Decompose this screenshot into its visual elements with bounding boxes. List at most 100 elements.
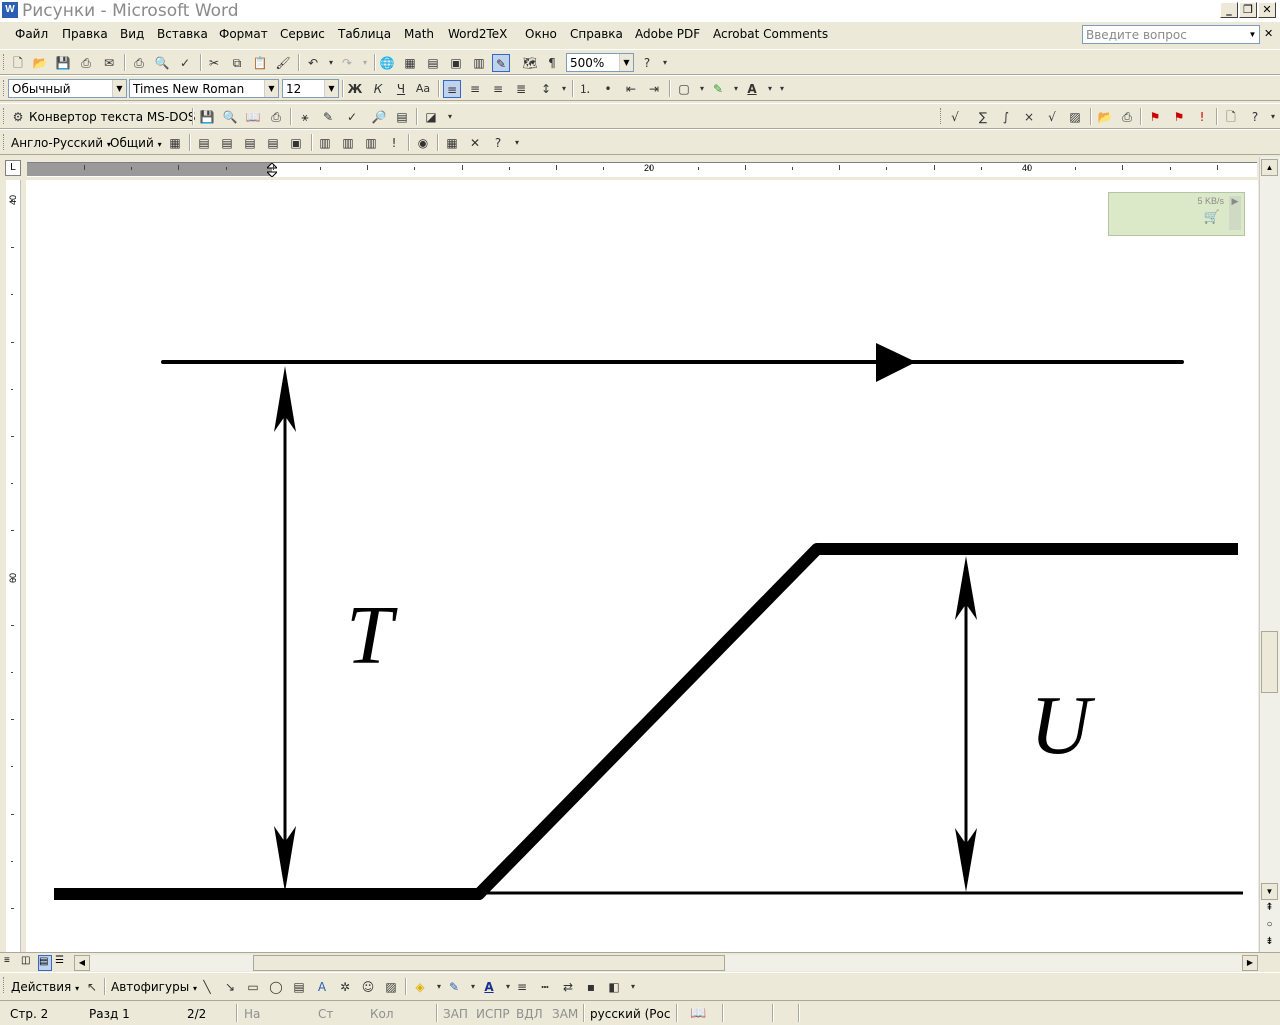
3d-icon[interactable]: ◧ [605, 978, 623, 996]
menu-format[interactable]: Формат [219, 27, 268, 41]
insert-excel-icon[interactable]: ▣ [447, 54, 465, 72]
drawing-icon[interactable]: ✎ [492, 54, 510, 72]
math-tool2-icon[interactable]: ∫ [997, 108, 1015, 126]
font-select[interactable]: Times New Roman ▼ [129, 79, 279, 98]
toolbar-grip[interactable] [3, 134, 7, 150]
new-document-icon[interactable]: 🗋 [9, 54, 27, 72]
translate-tool5-icon[interactable]: ▣ [287, 134, 305, 152]
ask-question-input[interactable]: Введите вопрос [1082, 25, 1260, 44]
style-select[interactable]: Обычный ▼ [8, 79, 127, 98]
web-view-icon[interactable]: ◫ [21, 955, 35, 971]
close-icon[interactable]: ✕ [1258, 2, 1276, 18]
tool1-icon[interactable]: ⚹ [296, 108, 314, 126]
arrow-style-icon[interactable]: ⇄ [559, 978, 577, 996]
help-icon[interactable]: ? [1246, 108, 1264, 126]
columns-icon[interactable]: ▥ [470, 54, 488, 72]
chevron-down-icon[interactable]: ▼ [112, 80, 126, 97]
actions-menu[interactable]: Действия ▾ [11, 980, 79, 994]
copy-icon[interactable]: ⧉ [228, 54, 246, 72]
menu-file[interactable]: Файл [15, 27, 48, 41]
translate-tool4-icon[interactable]: ▤ [264, 134, 282, 152]
vertical-scrollbar[interactable]: ▲ ▼ ⇞ ○ ⇟ [1259, 157, 1280, 952]
translate-tool1-icon[interactable]: ▤ [195, 134, 213, 152]
help-icon[interactable]: ? [638, 54, 656, 72]
oval-icon[interactable]: ◯ [267, 978, 285, 996]
spelling-icon[interactable]: ✓ [343, 108, 361, 126]
translate-tool6-icon[interactable]: ▥ [316, 134, 334, 152]
translate-tool11-icon[interactable]: ▦ [443, 134, 461, 152]
menu-math[interactable]: Math [404, 27, 434, 41]
cut-icon[interactable]: ✂ [205, 54, 223, 72]
toolbar-options-icon[interactable]: ▾ [508, 134, 526, 152]
chevron-down-icon[interactable]: ▾ [356, 54, 374, 72]
scroll-thumb[interactable] [1261, 631, 1278, 693]
search-icon[interactable]: 🔎 [370, 108, 388, 126]
math-tool1-icon[interactable]: ∑ [974, 108, 992, 126]
menu-edit[interactable]: Правка [62, 27, 108, 41]
diagram-icon[interactable]: ✲ [336, 978, 354, 996]
translate-tool9-icon[interactable]: ! [385, 134, 403, 152]
highlight-icon[interactable]: ✎ [709, 80, 727, 98]
document-area[interactable]: T U [26, 180, 1258, 952]
toolbar-options-icon[interactable]: ▾ [656, 54, 674, 72]
translate-tool3-icon[interactable]: ▤ [241, 134, 259, 152]
toolbar-options-icon[interactable]: ▾ [441, 108, 459, 126]
status-ovr[interactable]: ЗАМ [552, 1007, 578, 1021]
spelling-status-icon[interactable]: 📖 [690, 1005, 706, 1021]
picture-icon[interactable]: ▨ [382, 978, 400, 996]
hyperlink-icon[interactable]: 🌐 [378, 54, 396, 72]
align-left-icon[interactable]: ≡ [443, 80, 461, 98]
toolbar-options-icon[interactable]: ▾ [1264, 108, 1280, 126]
save-icon[interactable]: 💾 [54, 54, 72, 72]
scroll-up-icon[interactable]: ▲ [1261, 159, 1278, 176]
print-layout-icon[interactable]: ▤ [38, 955, 52, 971]
font-size-select[interactable]: 12 ▼ [282, 79, 339, 98]
increase-indent-icon[interactable]: ⇥ [645, 80, 663, 98]
align-center-icon[interactable]: ≡ [466, 80, 484, 98]
numbering-icon[interactable]: ⒈ [576, 80, 594, 98]
dictionary-select[interactable]: Общий ▾ [110, 136, 162, 150]
flag-icon[interactable]: ⚑ [1146, 108, 1164, 126]
toolbar-grip[interactable] [3, 80, 7, 96]
autoshapes-menu[interactable]: Автофигуры ▾ [111, 980, 197, 994]
arrow-icon[interactable]: ↘ [221, 978, 239, 996]
translate-tool10-icon[interactable]: ◉ [414, 134, 432, 152]
page-icon[interactable]: 🗋 [1222, 108, 1240, 126]
preview-icon[interactable]: 🔍 [221, 108, 239, 126]
permission-icon[interactable]: ⎙ [77, 54, 95, 72]
sqrt-icon[interactable]: √ [946, 108, 964, 126]
clipart-icon[interactable]: ☺ [359, 978, 377, 996]
close-document-icon[interactable]: ✕ [1264, 27, 1273, 40]
next-page-icon[interactable]: ⇟ [1261, 936, 1278, 952]
book-icon[interactable]: 📖 [244, 108, 262, 126]
zoom-select[interactable]: 500% ▼ [566, 53, 634, 72]
menu-tools[interactable]: Сервис [280, 27, 325, 41]
select-objects-icon[interactable]: ↖ [83, 978, 101, 996]
format-painter-icon[interactable]: 🖌 [274, 54, 292, 72]
open-icon[interactable]: 📂 [1096, 108, 1114, 126]
decrease-indent-icon[interactable]: ⇤ [622, 80, 640, 98]
toolbar-grip[interactable] [3, 977, 7, 993]
restore-icon[interactable]: ❐ [1239, 2, 1257, 18]
download-widget[interactable]: 5 KB/s ▶ 🛒 [1108, 192, 1245, 236]
flag-check-icon[interactable]: ⚑ [1170, 108, 1188, 126]
line-color-icon[interactable]: ✎ [445, 978, 463, 996]
scroll-right-icon[interactable]: ▶ [1242, 955, 1258, 971]
chevron-down-icon[interactable]: ▼ [619, 54, 633, 71]
word-icon[interactable]: W [2, 2, 18, 18]
font-color-icon[interactable]: A [743, 80, 761, 98]
textbox-icon[interactable]: ▤ [290, 978, 308, 996]
align-right-icon[interactable]: ≡ [489, 80, 507, 98]
line-spacing-icon[interactable]: ↕ [537, 80, 555, 98]
menu-table[interactable]: Таблица [338, 27, 391, 41]
shadow-icon[interactable]: ▪ [582, 978, 600, 996]
undo-icon[interactable]: ↶ [304, 54, 322, 72]
minimize-icon[interactable]: _ [1220, 2, 1238, 18]
bullets-icon[interactable]: • [599, 80, 617, 98]
paste-icon[interactable]: 📋 [251, 54, 269, 72]
translate-tool2-icon[interactable]: ▤ [218, 134, 236, 152]
scroll-left-icon[interactable]: ◀ [74, 955, 90, 971]
translate-tool8-icon[interactable]: ▥ [362, 134, 380, 152]
play-icon[interactable]: ▶ [1229, 196, 1241, 230]
translation-direction-select[interactable]: Англо-Русский ▾ [11, 136, 111, 150]
